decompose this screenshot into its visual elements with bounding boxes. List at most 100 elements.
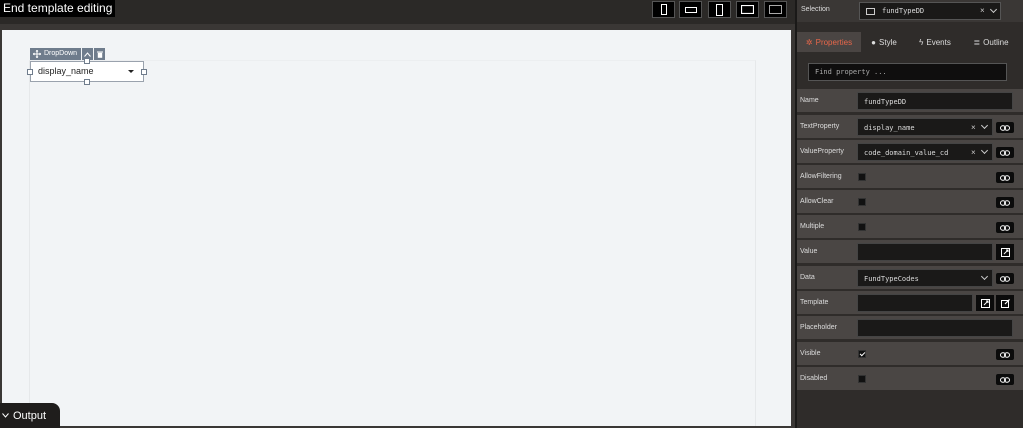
desktop-icon [769, 5, 782, 14]
prop-label: TextProperty [800, 123, 840, 130]
data-select[interactable]: FundTypeCodes [857, 269, 993, 287]
chevron-down-icon [2, 413, 9, 418]
link-icon [1000, 224, 1010, 231]
prop-label: Value [800, 248, 818, 255]
tablet-landscape-button[interactable] [736, 1, 759, 18]
bind-button[interactable] [996, 374, 1014, 385]
prop-label: Placeholder [800, 324, 837, 331]
expand-icon [980, 298, 990, 308]
tablet-portrait-button[interactable] [708, 1, 731, 18]
bind-button[interactable] [996, 222, 1014, 233]
designer-toolbar: End template editing [0, 0, 795, 24]
link-icon [1000, 199, 1010, 206]
link-icon [1000, 149, 1010, 156]
edit-icon [1000, 298, 1010, 308]
dropdown-value: display_name [38, 66, 94, 76]
selection-label: Selection [801, 6, 830, 13]
expand-icon [1000, 247, 1010, 257]
resize-handle-top[interactable] [84, 58, 90, 64]
expand-editor-button[interactable] [996, 244, 1014, 260]
resize-handle-right[interactable] [141, 69, 147, 75]
tab-outline[interactable]: ≣ Outline [963, 32, 1019, 52]
disabled-checkbox[interactable] [858, 375, 866, 383]
palette-icon: ● [871, 37, 877, 47]
tab-events-label: Events [926, 37, 951, 47]
allowclear-checkbox[interactable] [858, 198, 866, 206]
desktop-button[interactable] [764, 1, 787, 18]
bind-button[interactable] [996, 147, 1014, 158]
tablet-portrait-icon [716, 3, 723, 16]
tab-events[interactable]: ϟ Events [907, 32, 963, 52]
panel-tabs: ✲ Properties ● Style ϟ Events ≣ Outline [797, 32, 1023, 52]
prop-label: Name [800, 97, 819, 104]
placeholder-input[interactable] [857, 319, 1013, 337]
visible-checkbox[interactable] [858, 350, 866, 358]
expand-editor-button[interactable] [976, 295, 994, 311]
component-tag-label[interactable]: DropDown [30, 48, 82, 60]
end-template-editing-button[interactable]: End template editing [0, 0, 116, 17]
edit-template-button[interactable] [996, 295, 1014, 311]
textproperty-value: display_name [864, 124, 915, 132]
textproperty-select[interactable]: display_name × [857, 118, 993, 136]
link-icon [1000, 351, 1010, 358]
chevron-up-icon [84, 51, 91, 57]
prop-row-allowfiltering: AllowFiltering [797, 165, 1023, 188]
prop-label: AllowClear [800, 198, 834, 205]
link-icon [1000, 376, 1010, 383]
bolt-icon: ϟ [919, 37, 924, 47]
selection-dropdown[interactable]: fundTypeDD × [859, 2, 1001, 20]
template-area [29, 60, 756, 426]
bind-button[interactable] [996, 122, 1014, 133]
phone-portrait-button[interactable] [652, 1, 675, 18]
tab-style-label: Style [879, 37, 897, 47]
chevron-down-icon[interactable] [989, 5, 998, 14]
phone-portrait-icon [660, 4, 667, 15]
resize-handle-left[interactable] [27, 69, 33, 75]
chevron-down-icon [980, 272, 989, 281]
resize-handle-bottom[interactable] [84, 79, 90, 85]
valueproperty-select[interactable]: code_domain_value_cd × [857, 143, 993, 161]
prop-row-valueproperty: ValueProperty code_domain_value_cd × [797, 140, 1023, 163]
data-value: FundTypeCodes [864, 275, 919, 283]
name-value: fundTypeDD [864, 98, 907, 106]
prop-row-value: Value [797, 240, 1023, 263]
prop-row-disabled: Disabled [797, 367, 1023, 390]
selection-row: Selection fundTypeDD × [797, 0, 1023, 22]
prop-row-visible: Visible [797, 342, 1023, 365]
selection-value: fundTypeDD [882, 7, 925, 15]
caret-down-icon [128, 70, 134, 73]
properties-panel: Selection fundTypeDD × ✲ Properties ● St… [795, 0, 1023, 428]
value-input[interactable] [857, 243, 993, 261]
prop-label: Data [800, 274, 815, 281]
multiple-checkbox[interactable] [858, 223, 866, 231]
clear-icon[interactable]: × [971, 148, 976, 157]
design-canvas-frame [0, 24, 795, 428]
prop-label: AllowFiltering [800, 173, 842, 180]
bind-button[interactable] [996, 197, 1014, 208]
tab-properties[interactable]: ✲ Properties [797, 32, 861, 52]
design-canvas[interactable] [2, 30, 791, 426]
name-input[interactable]: fundTypeDD [857, 92, 1013, 110]
prop-label: Disabled [800, 375, 828, 382]
allowfiltering-checkbox[interactable] [858, 173, 866, 181]
prop-label: Multiple [800, 223, 825, 230]
prop-label: ValueProperty [800, 148, 844, 155]
prop-row-allowclear: AllowClear [797, 190, 1023, 213]
clear-selection-icon[interactable]: × [980, 6, 985, 15]
bind-button[interactable] [996, 172, 1014, 183]
phone-landscape-icon [684, 6, 697, 13]
template-input[interactable] [857, 294, 973, 312]
delete-component-button[interactable] [93, 48, 106, 60]
phone-landscape-button[interactable] [679, 1, 702, 18]
link-icon [1000, 124, 1010, 131]
bind-button[interactable] [996, 273, 1014, 284]
output-panel-toggle[interactable]: Output [0, 403, 60, 428]
link-icon [1000, 275, 1010, 282]
link-icon [1000, 174, 1010, 181]
tab-properties-label: Properties [815, 37, 853, 47]
clear-icon[interactable]: × [971, 123, 976, 132]
tab-style[interactable]: ● Style [861, 32, 907, 52]
tab-outline-label: Outline [983, 37, 1009, 47]
find-property-input[interactable]: Find property ... [808, 63, 1007, 81]
bind-button[interactable] [996, 349, 1014, 360]
